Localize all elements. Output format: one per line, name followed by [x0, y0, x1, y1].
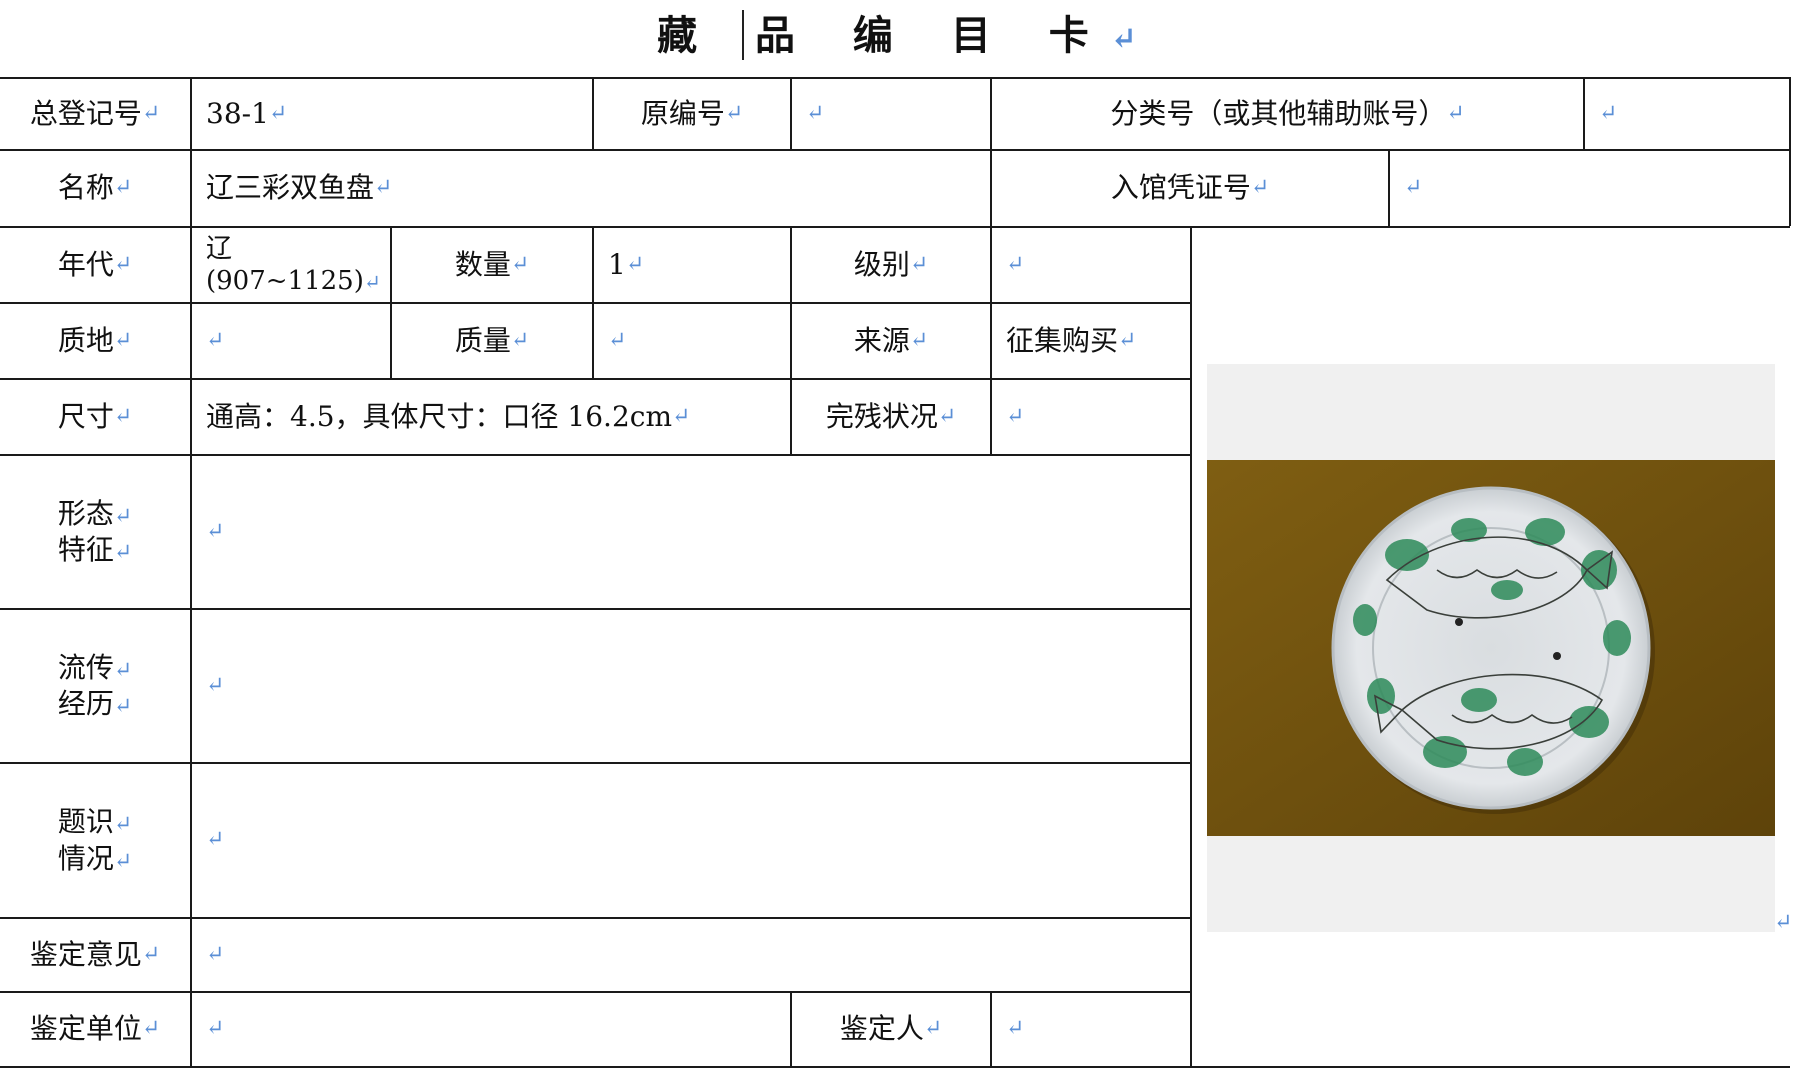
return-mark: ↵	[923, 1016, 943, 1042]
form-features-label: 形态↵ 特征↵	[57, 496, 133, 566]
return-mark: ↵	[1404, 175, 1423, 201]
return-mark: ↵	[672, 403, 691, 429]
return-mark: ↵	[141, 100, 161, 126]
return-mark: ↵	[113, 175, 133, 201]
appraisal-unit-label: 鉴定单位 ↵	[29, 1012, 161, 1046]
return-mark: ↵	[206, 518, 225, 544]
return-mark: ↵	[510, 327, 530, 353]
return-mark: ↵	[909, 327, 929, 353]
page-title: 藏 品 编 目 卡↵	[657, 12, 1137, 59]
provenance-value[interactable]: ↵	[192, 610, 1190, 762]
return-mark: ↵	[1446, 100, 1465, 126]
appraisal-unit-value[interactable]: ↵	[192, 993, 790, 1066]
appraisal-opinion-value[interactable]: ↵	[192, 919, 1190, 991]
mass-value[interactable]: ↵	[594, 304, 790, 378]
artifact-photo	[1207, 460, 1775, 836]
return-mark: ↵	[1006, 251, 1025, 277]
return-mark: ↵	[206, 941, 225, 967]
column-divider	[1190, 226, 1192, 1068]
return-mark: ↵	[1774, 910, 1793, 935]
return-mark: ↵	[206, 327, 225, 353]
source-value[interactable]: 征集购买 ↵	[992, 304, 1190, 378]
original-no-value[interactable]: ↵	[792, 79, 990, 149]
source-label: 来源 ↵	[853, 323, 929, 357]
return-mark: ↵	[1006, 1016, 1025, 1042]
return-mark: ↵	[608, 327, 627, 353]
quantity-label: 数量 ↵	[454, 247, 530, 281]
return-mark: ↵	[113, 503, 133, 529]
return-mark: ↵	[113, 812, 133, 838]
return-mark: ↵	[113, 540, 133, 565]
era-label: 年代 ↵	[57, 247, 133, 281]
grade-value[interactable]: ↵	[992, 228, 1190, 302]
return-mark: ↵	[113, 251, 133, 277]
form-features-value[interactable]: ↵	[192, 456, 1190, 608]
fish-eye	[1553, 652, 1561, 660]
registration-no-label: 总登记号 ↵	[29, 96, 161, 130]
registration-no-value[interactable]: 38-1 ↵	[192, 79, 592, 149]
return-mark: ↵	[113, 848, 133, 874]
return-mark: ↵	[1110, 21, 1137, 57]
return-mark: ↵	[113, 403, 133, 429]
return-mark: ↵	[724, 100, 744, 126]
return-mark: ↵	[625, 251, 645, 277]
appraisal-opinion-label: 鉴定意见 ↵	[29, 937, 161, 971]
original-no-label: 原编号 ↵	[640, 96, 744, 130]
grade-label: 级别 ↵	[853, 247, 929, 281]
era-value[interactable]: 辽 (907~1125)↵	[192, 228, 390, 302]
return-mark: ↵	[374, 175, 393, 201]
return-mark: ↵	[1006, 403, 1025, 429]
quantity-value[interactable]: 1 ↵	[594, 228, 790, 302]
era-years: (907~1125)↵	[206, 266, 381, 296]
condition-value[interactable]: ↵	[992, 380, 1190, 454]
voucher-no-label: 入馆凭证号 ↵	[1110, 171, 1270, 205]
return-mark: ↵	[937, 403, 957, 429]
return-mark: ↵	[1599, 100, 1618, 126]
return-mark: ↵	[268, 100, 288, 126]
appraiser-value[interactable]: ↵	[992, 993, 1190, 1066]
inscription-value[interactable]: ↵	[192, 764, 1190, 917]
classification-no-label: 分类号（或其他辅助账号） ↵	[1110, 96, 1465, 130]
voucher-no-value[interactable]: ↵	[1390, 151, 1789, 226]
size-label: 尺寸 ↵	[57, 399, 133, 433]
mass-label: 质量 ↵	[454, 323, 530, 357]
return-mark: ↵	[141, 941, 161, 967]
return-mark: ↵	[113, 657, 133, 683]
classification-no-value[interactable]: ↵	[1585, 79, 1789, 149]
appraiser-label: 鉴定人 ↵	[839, 1012, 943, 1046]
name-value[interactable]: 辽三彩双鱼盘 ↵	[192, 151, 990, 226]
fish-eye	[1455, 618, 1463, 626]
condition-label: 完残状况 ↵	[825, 399, 957, 433]
material-value[interactable]: ↵	[192, 304, 390, 378]
return-mark: ↵	[1118, 327, 1137, 353]
row-divider	[0, 1066, 1790, 1068]
era-dynasty: 辽	[206, 233, 233, 264]
return-mark: ↵	[206, 672, 225, 698]
name-label: 名称 ↵	[57, 171, 133, 205]
return-mark: ↵	[141, 1016, 161, 1042]
return-mark: ↵	[510, 251, 530, 277]
column-divider	[1789, 77, 1791, 226]
return-mark: ↵	[113, 327, 133, 353]
return-mark: ↵	[363, 270, 381, 294]
return-mark: ↵	[909, 251, 929, 277]
return-mark: ↵	[1250, 175, 1270, 201]
return-mark: ↵	[206, 827, 225, 853]
return-mark: ↵	[113, 694, 133, 719]
plate-rim	[1331, 486, 1651, 810]
provenance-label: 流传↵ 经历↵	[57, 650, 133, 720]
return-mark: ↵	[206, 1016, 225, 1042]
inscription-label: 题识↵ 情况↵	[57, 805, 133, 875]
size-value[interactable]: 通高：4.5，具体尺寸：口径 16.2cm ↵	[192, 380, 790, 454]
material-label: 质地 ↵	[57, 323, 133, 357]
return-mark: ↵	[806, 100, 825, 126]
